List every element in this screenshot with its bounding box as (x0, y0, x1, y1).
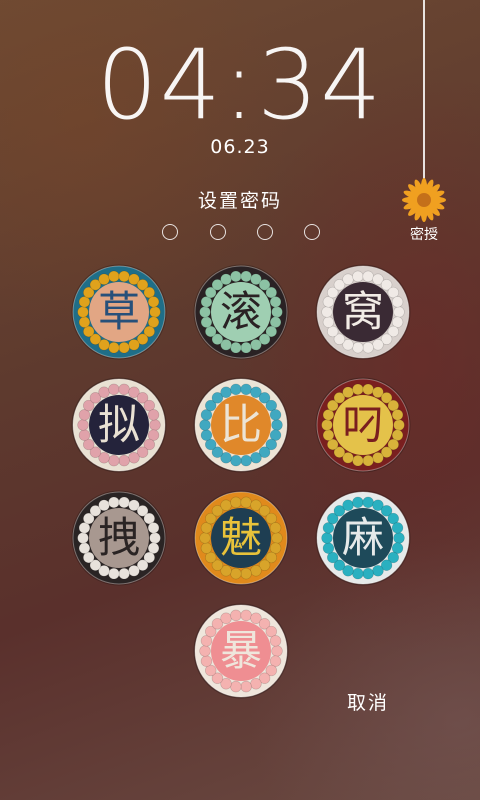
key-6[interactable]: 叼 (315, 377, 411, 473)
key-char: 叼 (341, 400, 384, 449)
date: 06.23 (210, 136, 270, 158)
key-0[interactable]: 暴 (193, 603, 289, 699)
key-char: 比 (219, 400, 262, 449)
key-char: 麻 (341, 513, 384, 562)
hint-label[interactable]: 密授 (400, 224, 448, 244)
key-1[interactable]: 草 (71, 264, 167, 360)
password-dot-1 (162, 224, 178, 240)
key-8[interactable]: 魅 (193, 490, 289, 586)
hint-string (423, 0, 425, 184)
key-3[interactable]: 窝 (315, 264, 411, 360)
key-9[interactable]: 麻 (315, 490, 411, 586)
key-char: 魅 (219, 513, 262, 562)
key-char: 拽 (97, 513, 140, 562)
key-4[interactable]: 拟 (71, 377, 167, 473)
password-dot-4 (304, 224, 320, 240)
daisy-flower-icon[interactable] (402, 178, 446, 222)
key-char: 暴 (219, 626, 262, 675)
key-char: 拟 (97, 400, 140, 449)
key-char: 草 (97, 287, 140, 336)
key-7[interactable]: 拽 (71, 490, 167, 586)
password-dot-2 (210, 224, 226, 240)
key-2[interactable]: 滚 (193, 264, 289, 360)
key-char: 滚 (219, 287, 262, 336)
password-dot-3 (257, 224, 273, 240)
key-5[interactable]: 比 (193, 377, 289, 473)
clock: 04:34 (96, 29, 384, 141)
cancel-button[interactable]: 取消 (338, 688, 398, 716)
password-dots (162, 224, 324, 242)
key-char: 窝 (341, 287, 384, 336)
